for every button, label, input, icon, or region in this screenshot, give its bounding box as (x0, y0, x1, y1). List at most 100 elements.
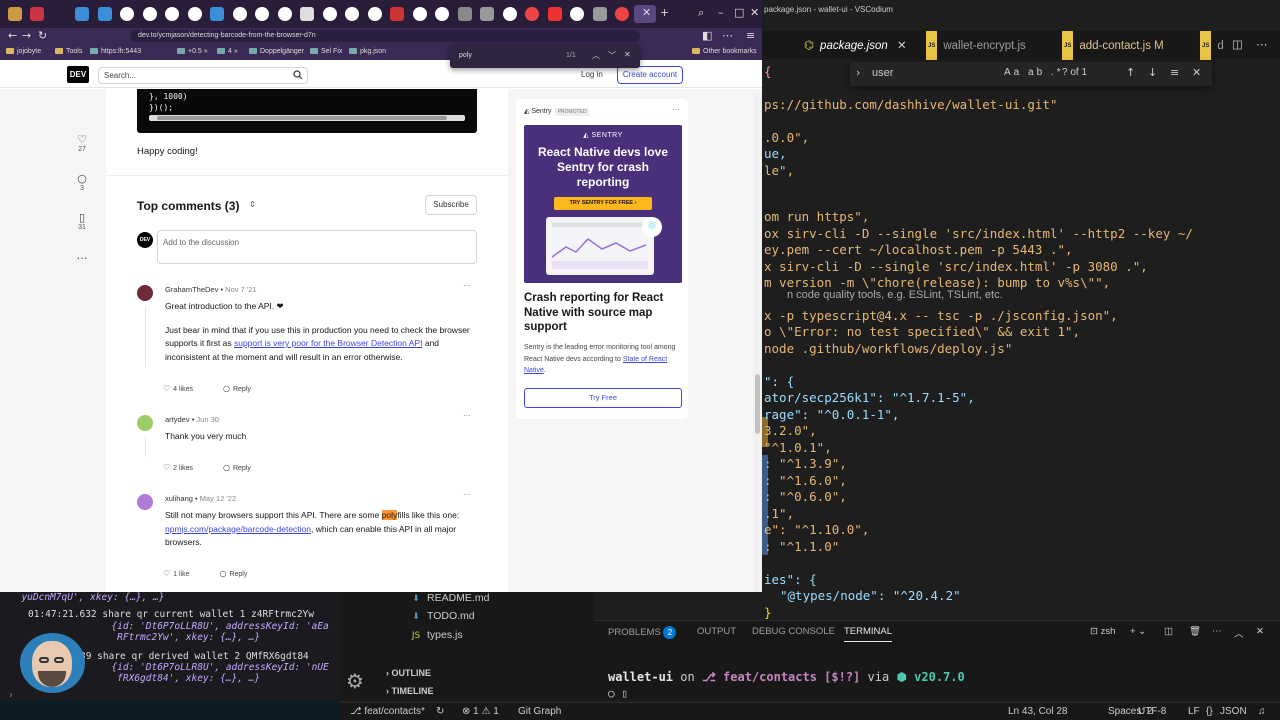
trash-icon[interactable]: 🗑 (1189, 626, 1201, 637)
find-options[interactable]: Aa ab .* (1004, 67, 1064, 78)
tab-problems[interactable]: PROBLEMS 2 (608, 626, 677, 639)
avatar[interactable] (137, 285, 153, 301)
github-icon[interactable] (143, 7, 157, 21)
like-button[interactable]: ♡ 4 likes (163, 384, 207, 393)
find-prev-icon[interactable]: ︿ (592, 50, 600, 61)
bookmark-plus05[interactable]: +0.5 » (177, 48, 208, 55)
split-terminal-icon[interactable]: ◫ (1164, 626, 1173, 637)
back-icon[interactable]: ← (8, 29, 17, 42)
scrollbar-thumb[interactable] (755, 374, 760, 434)
maximize-icon[interactable]: □ (734, 6, 744, 19)
comment-input[interactable]: Add to the discussion (157, 230, 477, 264)
minimize-icon[interactable]: – (718, 6, 724, 19)
github-icon[interactable] (233, 7, 247, 21)
file-todo[interactable]: ⬇ TODO.md (410, 610, 474, 622)
tab-favicon-icon[interactable] (480, 7, 494, 21)
close-tab-icon[interactable]: ✕ (897, 40, 907, 52)
reload-icon[interactable]: ↻ (38, 29, 47, 42)
github-icon[interactable] (368, 7, 382, 21)
comment-menu-icon[interactable]: ··· (463, 411, 471, 420)
terminal-cursor[interactable]: ○ ▯ (608, 687, 628, 700)
gear-icon[interactable]: ⚙ (346, 669, 364, 693)
sidebar-icon[interactable]: ◧ (702, 29, 712, 42)
tab-output[interactable]: OUTPUT (697, 626, 736, 637)
page-scrollbar[interactable] (753, 89, 762, 592)
comment-link[interactable]: npmjs.com/package/barcode-detection (165, 524, 311, 534)
find-close-icon[interactable]: ✕ (624, 50, 631, 59)
sponsor-title[interactable]: Crash reporting for React Native with so… (524, 291, 682, 335)
comment-menu-icon[interactable]: ··· (463, 281, 471, 290)
encoding[interactable]: UTF-8 (1138, 706, 1166, 717)
comment-author[interactable]: GrahamTheDev (165, 285, 218, 294)
comment-author[interactable]: xulihang (165, 494, 193, 503)
find-next-icon[interactable]: ﹀ (608, 50, 616, 61)
comment-date[interactable]: Nov 7 '21 (225, 285, 256, 294)
github-icon[interactable] (278, 7, 292, 21)
github-icon[interactable] (570, 7, 584, 21)
find-input[interactable]: user (872, 67, 893, 79)
github-icon[interactable] (165, 7, 179, 21)
avatar[interactable] (137, 415, 153, 431)
github-icon[interactable] (345, 7, 359, 21)
more-actions-icon[interactable]: ⋯ (1212, 626, 1222, 637)
maximize-panel-icon[interactable]: ︿ (1234, 626, 1244, 640)
extensions-icon[interactable]: ⋯ (722, 29, 733, 42)
reply-button[interactable]: ○ Reply (219, 569, 261, 578)
tab-favicon-icon[interactable] (548, 7, 562, 21)
menu-icon[interactable]: ≡ (746, 29, 755, 42)
tab-favicon-icon[interactable] (8, 7, 22, 21)
github-icon[interactable] (188, 7, 202, 21)
code-scrollbar[interactable] (149, 115, 465, 121)
tab-favicon-icon[interactable] (615, 7, 629, 21)
line-ending[interactable]: LF (1188, 706, 1200, 717)
split-editor-icon[interactable]: ◫ (1232, 31, 1243, 59)
like-reaction[interactable]: ♡ 27 (70, 133, 94, 153)
github-icon[interactable] (120, 7, 134, 21)
outline-section[interactable]: › OUTLINE (386, 668, 431, 678)
forward-icon[interactable]: → (22, 29, 31, 42)
tab-favicon-icon[interactable] (525, 7, 539, 21)
close-window-icon[interactable]: ✕ (750, 6, 759, 19)
sort-icon[interactable]: ⇕ (249, 200, 256, 209)
tab-package-json[interactable]: ⌬ package.json ✕ (804, 31, 907, 59)
reply-button[interactable]: ○ Reply (223, 463, 265, 472)
thread-line[interactable] (145, 437, 146, 457)
find-next-icon[interactable]: ↓ (1148, 66, 1157, 79)
cursor-position[interactable]: Ln 43, Col 28 (1008, 706, 1068, 717)
comment-link[interactable]: support is very poor for the Browser Det… (234, 338, 423, 348)
branch-status[interactable]: ⎇ feat/contacts* (350, 706, 425, 717)
subscribe-button[interactable]: Subscribe (425, 195, 477, 215)
github-icon[interactable] (323, 7, 337, 21)
thread-line[interactable] (145, 307, 146, 367)
more-options[interactable]: … (70, 249, 94, 262)
github-icon[interactable] (503, 7, 517, 21)
login-link[interactable]: Log in (581, 70, 603, 79)
sponsor-image[interactable]: ◭ SENTRY React Native devs love Sentry f… (524, 125, 682, 283)
tab-wallet-encrypt[interactable]: JS wallet-encrypt.js (926, 31, 1026, 61)
tab-favicon-icon[interactable] (458, 7, 472, 21)
tab-favicon-icon[interactable] (75, 7, 89, 21)
new-terminal-icon[interactable]: + ⌄ (1130, 626, 1146, 637)
bookmark-doppelganger[interactable]: Doppelgänger (249, 48, 304, 55)
comment-author[interactable]: artydev (165, 415, 190, 424)
tab-favicon-icon[interactable] (98, 7, 112, 21)
toggle-replace-icon[interactable]: › (856, 66, 860, 79)
terminal-shell[interactable]: ⊡ zsh (1090, 626, 1115, 637)
search-tabs-icon[interactable]: ⌕ (698, 6, 704, 20)
tab-favicon-icon[interactable] (30, 7, 44, 21)
bookmark-4[interactable]: 4 » (217, 48, 238, 55)
find-close-icon[interactable]: ✕ (1192, 66, 1201, 79)
like-button[interactable]: ♡ 2 likes (163, 463, 207, 472)
new-tab-icon[interactable]: + (660, 6, 669, 19)
sync-icon[interactable]: ↻ (436, 706, 444, 717)
code-editor[interactable]: { ps://github.com/dashhive/wallet-ui.git… (762, 60, 1280, 620)
tab-overflow[interactable]: JS d (1200, 31, 1224, 61)
avatar[interactable] (137, 494, 153, 510)
braces-icon[interactable]: {} (1206, 706, 1213, 717)
reply-button[interactable]: ○ Reply (223, 384, 265, 393)
tab-favicon-icon[interactable] (390, 7, 404, 21)
tab-add-contact[interactable]: JS add-contact.js M (1062, 31, 1164, 61)
bookmark-tools[interactable]: Tools (55, 48, 82, 55)
close-tab-icon[interactable]: ✕ (642, 6, 651, 19)
tab-favicon-icon[interactable] (593, 7, 607, 21)
